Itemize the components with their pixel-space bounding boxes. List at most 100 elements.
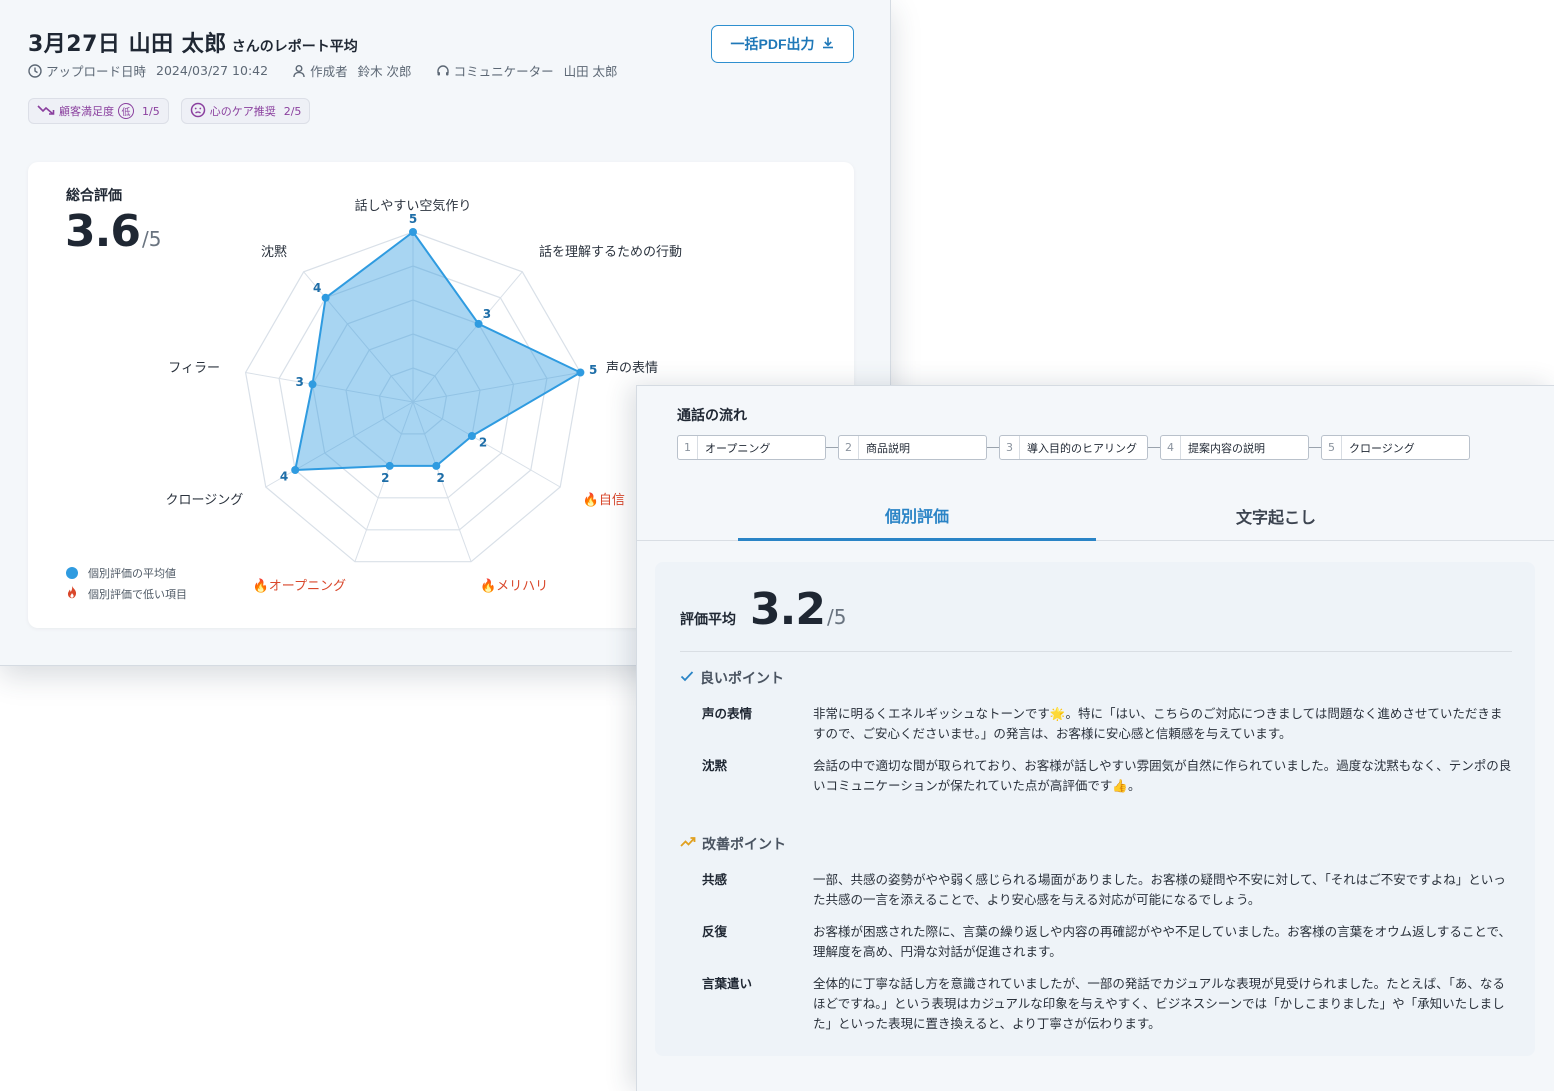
radar-axis-label-low: 🔥自信 xyxy=(583,492,625,508)
evaluation-panel: 通話の流れ 1 オープニング 2 商品説明 3 導入目的のヒアリング 4 提案内… xyxy=(636,385,1554,1091)
flow-step-product[interactable]: 2 商品説明 xyxy=(838,435,987,460)
flow-connector xyxy=(987,447,999,448)
evaluation-card: 評価平均 3.2 /5 良いポイント 声の表情 非常に明るくエネルギッシュなトー… xyxy=(655,562,1535,1056)
communicator: コミュニケーター 山田 太郎 xyxy=(436,61,618,80)
improvement-point-text: 一部、共感の姿勢がやや弱く感じられる場面がありました。お客様の疑問や不安に対して… xyxy=(813,872,1506,907)
improvement-point-item: 反復 お客様が困惑された際に、言葉の繰り返しや内容の再確認がやや不足していました… xyxy=(702,922,1512,962)
communicator-value: 山田 太郎 xyxy=(563,64,618,79)
radar-point xyxy=(432,461,441,470)
flow-step-hearing[interactable]: 3 導入目的のヒアリング xyxy=(999,435,1148,460)
good-point-text: 会話の中で適切な間が取られており、お客様が話しやすい雰囲気が自然に作られていまし… xyxy=(813,758,1512,793)
flow-step-number: 4 xyxy=(1161,436,1181,459)
improvement-points-title: 改善ポイント xyxy=(702,837,786,853)
radar-value-label: 2 xyxy=(381,471,389,485)
flow-step-number: 1 xyxy=(678,436,698,459)
radar-axis-label: クロージング xyxy=(166,493,244,508)
radar-value-label: 5 xyxy=(589,363,597,377)
good-point-name: 声の表情 xyxy=(702,706,753,721)
good-point-item: 沈黙 会話の中で適切な間が取られており、お客様が話しやすい雰囲気が自然に作られて… xyxy=(702,756,1512,796)
blue-dot-icon xyxy=(66,566,78,579)
improvement-point-item: 共感 一部、共感の姿勢がやや弱く感じられる場面がありました。お客様の疑問や不安に… xyxy=(702,870,1512,910)
radar-point xyxy=(409,228,417,236)
tag-row: 顧客満足度 低 1/5 心のケア推奨 2/5 xyxy=(28,98,311,124)
trend-down-icon xyxy=(37,104,55,119)
improvement-point-text: お客様が困惑された際に、言葉の繰り返しや内容の再確認がやや不足していました。お客… xyxy=(813,924,1512,959)
evaluation-average-label: 評価平均 xyxy=(680,612,736,628)
flow-step-proposal[interactable]: 4 提案内容の説明 xyxy=(1160,435,1309,460)
radar-axis-label-low: 🔥メリハリ xyxy=(480,578,548,594)
bulk-pdf-export-label: 一括PDF出力 xyxy=(730,36,815,52)
radar-axis-label-low: 🔥オープニング xyxy=(253,578,346,594)
evaluation-average-score: 3.2 xyxy=(750,584,826,635)
improvement-points-heading: 改善ポイント xyxy=(680,834,786,854)
radar-axis-label: 話を理解するための行動 xyxy=(539,244,682,260)
evaluation-average: 評価平均 3.2 /5 xyxy=(680,584,846,635)
improvement-point-text: 全体的に丁寧な話し方を意識されていましたが、一部の発話でカジュアルな表現が見受け… xyxy=(813,976,1505,1031)
report-title-main: 3月27日 山田 太郎 xyxy=(28,32,227,57)
improvement-point-item: 言葉遣い 全体的に丁寧な話し方を意識されていましたが、一部の発話でカジュアルな表… xyxy=(702,974,1512,1034)
radar-value-label: 3 xyxy=(483,307,491,321)
flow-step-label: 導入目的のヒアリング xyxy=(1027,441,1137,455)
radar-value-label: 5 xyxy=(409,212,417,226)
headset-icon xyxy=(436,64,450,78)
legend-low-label: 個別評価で低い項目 xyxy=(88,587,187,601)
improvement-point-name: 共感 xyxy=(702,872,728,887)
radar-point xyxy=(576,368,585,377)
improvement-point-name: 反復 xyxy=(702,924,728,939)
radar-legend: 個別評価の平均値 個別評価で低い項目 xyxy=(66,562,187,604)
flow-step-closing[interactable]: 5 クロージング xyxy=(1321,435,1470,460)
flow-step-label: 商品説明 xyxy=(866,441,910,455)
good-point-name: 沈黙 xyxy=(702,758,728,773)
low-badge: 低 xyxy=(118,103,134,119)
upload-value: 2024/03/27 10:42 xyxy=(156,63,269,78)
radar-point xyxy=(474,319,483,328)
radar-axis-label: 話しやすい空気作り xyxy=(355,198,472,214)
radar-point xyxy=(467,432,476,440)
flow-connector xyxy=(826,447,838,448)
author-label: 作成者 xyxy=(310,64,348,79)
good-point-text: 非常に明るくエネルギッシュなトーンです🌟。特に「はい、こちらのご対応につきまして… xyxy=(813,706,1503,741)
good-point-item: 声の表情 非常に明るくエネルギッシュなトーンです🌟。特に「はい、こちらのご対応に… xyxy=(702,704,1512,744)
flow-step-label: クロージング xyxy=(1349,441,1415,455)
tab-transcript[interactable]: 文字起こし xyxy=(1097,491,1455,541)
improvement-point-name: 言葉遣い xyxy=(702,976,753,991)
radar-axis-label: 沈黙 xyxy=(261,245,287,260)
legend-low: 個別評価で低い項目 xyxy=(66,583,187,604)
flow-step-number: 5 xyxy=(1322,436,1342,459)
divider xyxy=(680,651,1512,652)
report-title-sub: さんのレポート平均 xyxy=(231,39,358,55)
flow-step-number: 3 xyxy=(1000,436,1020,459)
radar-value-label: 4 xyxy=(280,470,288,484)
legend-average-label: 個別評価の平均値 xyxy=(88,566,176,580)
radar-value-label: 2 xyxy=(437,471,445,485)
tab-bar: 個別評価 文字起こし xyxy=(637,491,1554,541)
flow-step-number: 2 xyxy=(839,436,859,459)
flame-icon xyxy=(66,585,78,602)
good-points-title: 良いポイント xyxy=(700,671,784,687)
flow-step-opening[interactable]: 1 オープニング xyxy=(677,435,826,460)
check-icon xyxy=(680,670,694,686)
radar-point xyxy=(291,466,300,474)
tag-customer-satisfaction-score: 1/5 xyxy=(142,104,160,118)
author: 作成者 鈴木 次郎 xyxy=(292,61,412,80)
tag-mental-care-label: 心のケア推奨 xyxy=(209,105,276,118)
report-meta: アップロード日時 2024/03/27 10:42 作成者 鈴木 次郎 コミュニ… xyxy=(28,61,618,80)
bulk-pdf-export-button[interactable]: 一括PDF出力 xyxy=(711,25,854,63)
tag-customer-satisfaction-label: 顧客満足度 xyxy=(59,105,114,118)
flow-connector xyxy=(1148,447,1160,448)
tab-individual-evaluation[interactable]: 個別評価 xyxy=(738,491,1096,541)
tag-mental-care-score: 2/5 xyxy=(283,104,302,118)
report-title: 3月27日 山田 太郎 さんのレポート平均 xyxy=(28,26,358,58)
radar-axis-label: フィラー xyxy=(168,361,220,376)
good-points-heading: 良いポイント xyxy=(680,668,784,688)
radar-axis-label: 声の表情 xyxy=(606,361,658,376)
upload-label: アップロード日時 xyxy=(46,64,147,79)
flow-title: 通話の流れ xyxy=(677,408,747,424)
radar-point xyxy=(321,293,330,302)
clock-icon xyxy=(28,63,42,78)
flow-step-label: 提案内容の説明 xyxy=(1188,441,1265,455)
tag-customer-satisfaction: 顧客満足度 低 1/5 xyxy=(28,98,169,124)
flow-step-label: オープニング xyxy=(705,441,771,455)
author-value: 鈴木 次郎 xyxy=(357,64,412,79)
person-icon xyxy=(292,64,306,78)
